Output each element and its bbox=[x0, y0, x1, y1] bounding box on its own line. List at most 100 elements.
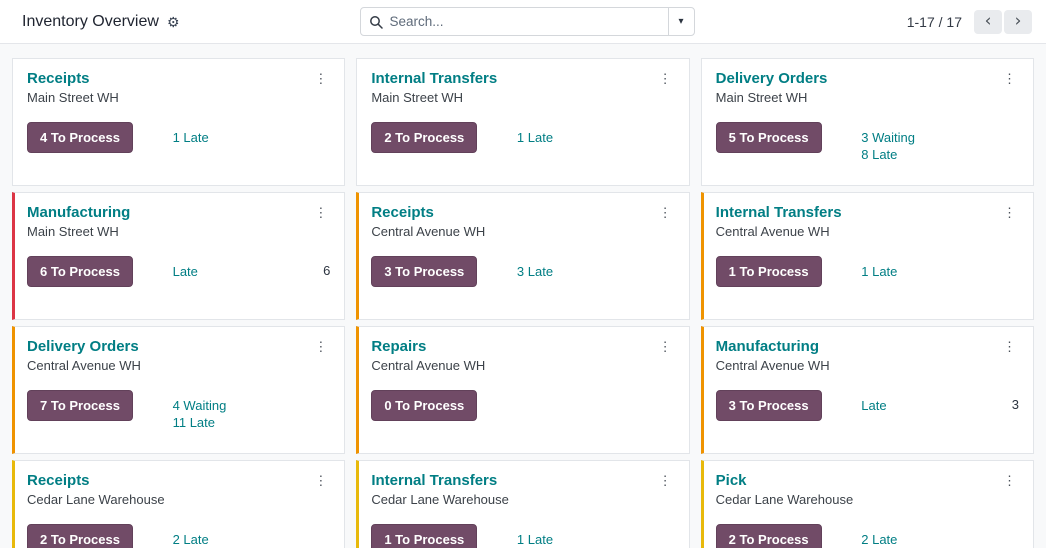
status-links: 2 Late bbox=[173, 524, 294, 548]
to-process-button[interactable]: 0 To Process bbox=[371, 390, 478, 421]
card-warehouse-label: Cedar Lane Warehouse bbox=[27, 492, 165, 507]
status-link[interactable]: 11 Late bbox=[173, 414, 294, 431]
card-title-link[interactable]: Pick bbox=[716, 472, 747, 489]
kanban-card: Internal Transfers Main Street WH ⋮ 2 To… bbox=[356, 58, 690, 186]
kebab-menu-icon[interactable]: ⋮ bbox=[311, 472, 330, 489]
late-count bbox=[638, 524, 674, 531]
kebab-menu-icon[interactable]: ⋮ bbox=[311, 204, 330, 221]
to-process-button[interactable]: 1 To Process bbox=[715, 256, 822, 287]
pager-range: 1-17 / 17 bbox=[906, 13, 962, 30]
status-link[interactable]: 1 Late bbox=[517, 129, 638, 146]
late-count bbox=[294, 524, 330, 531]
search-box: ▾ bbox=[359, 7, 695, 36]
caret-down-icon: ▾ bbox=[678, 16, 684, 27]
card-title-link[interactable]: Internal Transfers bbox=[371, 70, 497, 87]
card-title-link[interactable]: Internal Transfers bbox=[716, 204, 842, 221]
kebab-menu-icon[interactable]: ⋮ bbox=[1000, 204, 1019, 221]
status-link[interactable]: 3 Late bbox=[517, 263, 638, 280]
status-links bbox=[517, 390, 638, 397]
status-links: Late bbox=[173, 256, 294, 280]
kanban-grid: Receipts Main Street WH ⋮ 4 To Process 1… bbox=[0, 44, 1046, 548]
pager-previous-button[interactable]: ‹ bbox=[974, 9, 1002, 34]
kebab-menu-icon[interactable]: ⋮ bbox=[311, 338, 330, 355]
status-link[interactable]: 2 Late bbox=[173, 531, 294, 548]
late-count bbox=[638, 256, 674, 263]
kebab-menu-icon[interactable]: ⋮ bbox=[1000, 70, 1019, 87]
status-link[interactable]: 2 Late bbox=[861, 531, 982, 548]
status-link[interactable]: 4 Waiting bbox=[173, 397, 294, 414]
kebab-menu-icon[interactable]: ⋮ bbox=[656, 204, 675, 221]
status-links: 1 Late bbox=[173, 122, 294, 146]
kebab-menu-icon[interactable]: ⋮ bbox=[1000, 338, 1019, 355]
late-count bbox=[638, 390, 674, 397]
late-count bbox=[983, 122, 1019, 129]
page-title: Inventory Overview bbox=[22, 12, 159, 30]
late-count bbox=[638, 122, 674, 129]
card-warehouse-label: Cedar Lane Warehouse bbox=[371, 492, 509, 507]
pager-next-button[interactable]: › bbox=[1004, 9, 1032, 34]
card-title-link[interactable]: Manufacturing bbox=[716, 338, 819, 355]
kanban-card: Receipts Central Avenue WH ⋮ 3 To Proces… bbox=[356, 192, 690, 320]
kanban-card: Receipts Cedar Lane Warehouse ⋮ 2 To Pro… bbox=[12, 460, 346, 548]
gear-icon[interactable]: ⚙ bbox=[167, 15, 180, 29]
status-links: 1 Late bbox=[861, 256, 982, 280]
late-count bbox=[294, 390, 330, 397]
to-process-button[interactable]: 2 To Process bbox=[27, 524, 133, 548]
status-links: 1 Late bbox=[517, 122, 638, 146]
late-count bbox=[983, 256, 1019, 263]
kanban-card: Manufacturing Central Avenue WH ⋮ 3 To P… bbox=[700, 326, 1034, 454]
kebab-menu-icon[interactable]: ⋮ bbox=[656, 70, 675, 87]
status-link[interactable]: 3 Waiting bbox=[861, 129, 982, 146]
status-links: 3 Late bbox=[517, 256, 638, 280]
kebab-menu-icon[interactable]: ⋮ bbox=[656, 338, 675, 355]
status-link[interactable]: 1 Late bbox=[517, 531, 638, 548]
status-link[interactable]: 1 Late bbox=[861, 263, 982, 280]
search-dropdown-toggle[interactable]: ▾ bbox=[667, 8, 694, 35]
card-title-link[interactable]: Repairs bbox=[371, 338, 426, 355]
kanban-card: Internal Transfers Cedar Lane Warehouse … bbox=[356, 460, 690, 548]
late-count bbox=[983, 524, 1019, 531]
kanban-card: Receipts Main Street WH ⋮ 4 To Process 1… bbox=[12, 58, 346, 186]
to-process-button[interactable]: 3 To Process bbox=[371, 256, 478, 287]
chevron-left-icon: ‹ bbox=[984, 11, 992, 31]
status-link[interactable]: 1 Late bbox=[173, 129, 294, 146]
card-title-link[interactable]: Receipts bbox=[27, 472, 90, 489]
to-process-button[interactable]: 3 To Process bbox=[715, 390, 822, 421]
card-warehouse-label: Central Avenue WH bbox=[715, 358, 830, 373]
to-process-button[interactable]: 2 To Process bbox=[715, 524, 822, 548]
card-title-link[interactable]: Delivery Orders bbox=[27, 338, 139, 355]
to-process-button[interactable]: 7 To Process bbox=[27, 390, 133, 421]
to-process-button[interactable]: 1 To Process bbox=[371, 524, 478, 548]
to-process-button[interactable]: 2 To Process bbox=[371, 122, 478, 153]
status-links: 3 Waiting 8 Late bbox=[861, 122, 982, 163]
kebab-menu-icon[interactable]: ⋮ bbox=[1000, 472, 1019, 489]
card-warehouse-label: Central Avenue WH bbox=[371, 358, 486, 373]
to-process-button[interactable]: 4 To Process bbox=[27, 122, 133, 153]
status-link[interactable]: Late bbox=[173, 263, 294, 280]
kebab-menu-icon[interactable]: ⋮ bbox=[311, 70, 330, 87]
late-count: 6 bbox=[323, 263, 331, 278]
kanban-card: Manufacturing Main Street WH ⋮ 6 To Proc… bbox=[12, 192, 346, 320]
card-title-link[interactable]: Receipts bbox=[27, 70, 90, 87]
search-icon bbox=[369, 15, 383, 29]
status-link[interactable]: Late bbox=[861, 397, 982, 414]
card-warehouse-label: Cedar Lane Warehouse bbox=[715, 492, 854, 507]
card-warehouse-label: Central Avenue WH bbox=[27, 358, 141, 373]
card-warehouse-label: Main Street WH bbox=[27, 224, 119, 239]
kanban-card: Delivery Orders Main Street WH ⋮ 5 To Pr… bbox=[700, 58, 1034, 186]
card-title-link[interactable]: Delivery Orders bbox=[716, 70, 828, 87]
chevron-right-icon: › bbox=[1014, 11, 1022, 31]
to-process-button[interactable]: 5 To Process bbox=[715, 122, 822, 153]
status-link[interactable]: 8 Late bbox=[861, 146, 982, 163]
card-title-link[interactable]: Manufacturing bbox=[27, 204, 130, 221]
card-title-link[interactable]: Receipts bbox=[371, 204, 434, 221]
card-title-link[interactable]: Internal Transfers bbox=[371, 472, 497, 489]
kanban-card: Delivery Orders Central Avenue WH ⋮ 7 To… bbox=[12, 326, 346, 454]
card-warehouse-label: Main Street WH bbox=[715, 90, 808, 105]
status-links: 4 Waiting 11 Late bbox=[173, 390, 294, 431]
search-input[interactable] bbox=[389, 14, 660, 29]
to-process-button[interactable]: 6 To Process bbox=[27, 256, 133, 287]
kanban-card: Repairs Central Avenue WH ⋮ 0 To Process bbox=[356, 326, 690, 454]
top-bar: Inventory Overview ⚙ ▾ 1-17 / 17 ‹ › bbox=[0, 0, 1046, 44]
kebab-menu-icon[interactable]: ⋮ bbox=[656, 472, 675, 489]
